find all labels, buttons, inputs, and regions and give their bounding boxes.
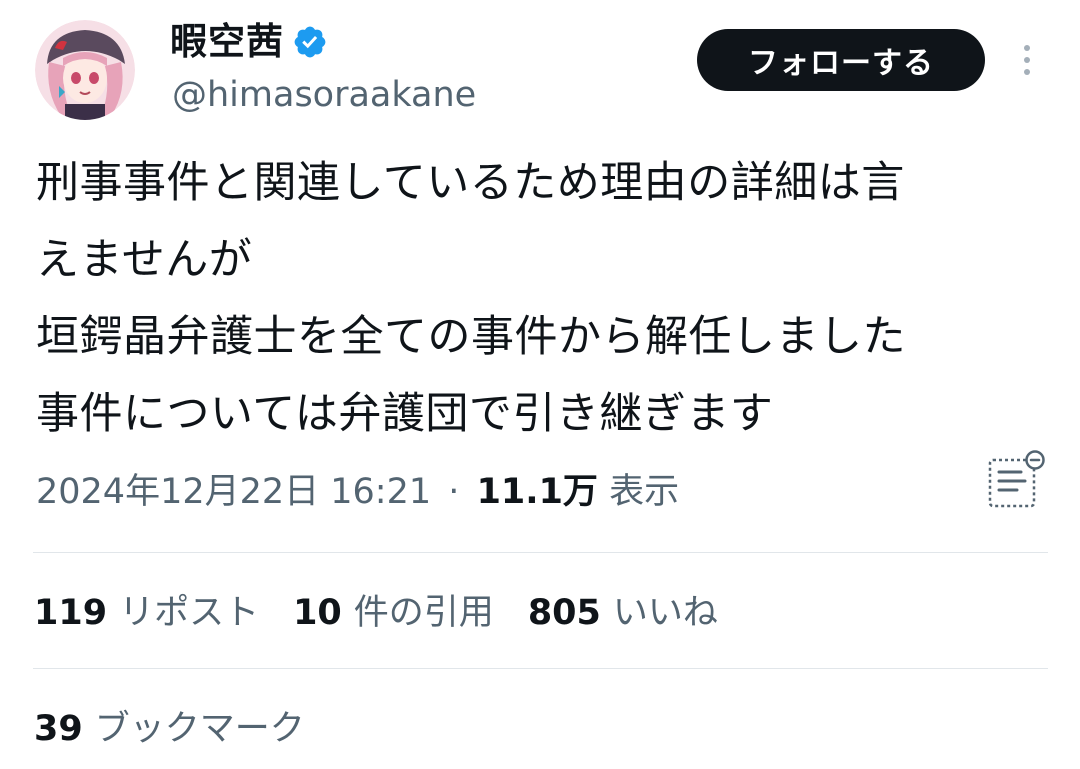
follow-button[interactable]: フォローする [697,29,985,91]
bookmarks-row: 39 ブックマーク [34,704,339,754]
tweet-text: 刑事事件と関連しているため理由の詳細は言 えませんが 垣鍔晶弁護士を全ての事件か… [36,145,1046,453]
reposts-stat[interactable]: 119 リポスト [34,588,259,638]
tweet-line: 事件については弁護団で引き継ぎます [36,389,774,439]
divider [33,668,1048,669]
bookmarks-label: ブックマーク [94,709,305,749]
more-vertical-icon[interactable] [1010,40,1044,80]
name-row: 暇空茜 [170,18,328,66]
display-name[interactable]: 暇空茜 [170,18,284,66]
bookmarks-count: 39 [34,709,83,749]
avatar-image [35,20,135,120]
reposts-label: リポスト [119,593,260,633]
bookmarks-stat[interactable]: 39 ブックマーク [34,704,305,754]
quotes-count: 10 [293,593,342,633]
meta-separator: · [448,472,460,512]
verified-badge-icon[interactable] [292,24,328,60]
likes-label: いいね [612,593,718,633]
timestamp[interactable]: 2024年12月22日 16:21 [36,472,431,512]
likes-stat[interactable]: 805 いいね [528,588,718,638]
quotes-stat[interactable]: 10 件の引用 [293,588,494,638]
tweet-line: 垣鍔晶弁護士を全ての事件から解任しました [36,312,906,362]
divider [33,552,1048,553]
tweet-meta: 2024年12月22日 16:21 · 11.1万 表示 [36,468,679,516]
tweet-line: えませんが [36,235,253,285]
quotes-label: 件の引用 [353,593,494,633]
views-label: 表示 [609,472,680,512]
translate-icon[interactable] [983,448,1047,512]
handle[interactable]: @himasoraakane [172,72,476,118]
views-count: 11.1万 [476,472,598,512]
engagement-stats: 119 リポスト 10 件の引用 805 いいね [34,588,752,638]
reposts-count: 119 [34,593,108,633]
avatar[interactable] [35,20,135,120]
likes-count: 805 [527,593,601,633]
tweet-line: 刑事事件と関連しているため理由の詳細は言 [36,158,905,208]
